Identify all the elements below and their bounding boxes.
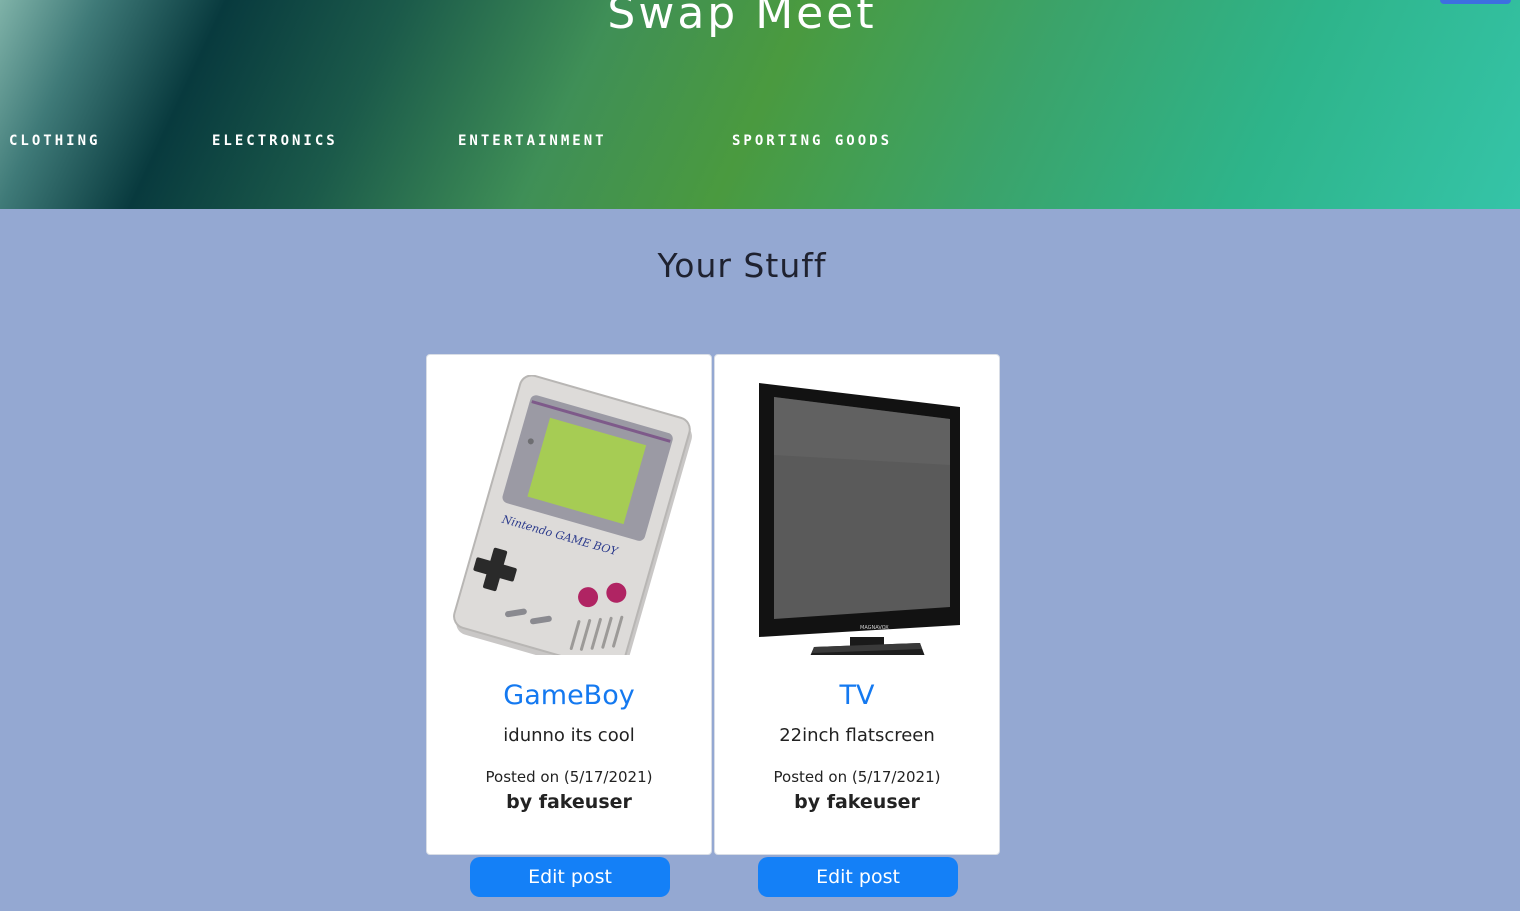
edit-post-button[interactable]: Edit post [758, 857, 958, 897]
post-description: 22inch flatscreen [779, 725, 935, 746]
post-author: by fakeuser [794, 791, 920, 813]
post-card: MAGNAVOX TV 22inch flatscreen Posted on … [714, 354, 1000, 855]
gameboy-image: Nintendo GAME BOY [453, 375, 692, 655]
category-nav: CLOTHING ELECTRONICS ENTERTAINMENT SPORT… [0, 133, 1000, 153]
post-title-link[interactable]: GameBoy [427, 680, 711, 711]
post-description: idunno its cool [503, 725, 635, 746]
post-author: by fakeuser [506, 791, 632, 813]
post-date: Posted on (5/17/2021) [485, 768, 653, 786]
post-title-link[interactable]: TV [715, 680, 999, 711]
post-card: Nintendo GAME BOY GameBoy idunno its coo… [426, 354, 712, 855]
account-button[interactable] [1440, 0, 1511, 4]
nav-item-sporting-goods[interactable]: SPORTING GOODS [732, 133, 892, 149]
page-title: Your Stuff [657, 246, 827, 285]
edit-post-button[interactable]: Edit post [470, 857, 670, 897]
svg-text:MAGNAVOX: MAGNAVOX [860, 625, 889, 631]
post-date: Posted on (5/17/2021) [773, 768, 941, 786]
site-title: Swap Meet [607, 0, 877, 39]
nav-item-entertainment[interactable]: ENTERTAINMENT [458, 133, 607, 149]
nav-item-electronics[interactable]: ELECTRONICS [212, 133, 338, 149]
hero-banner: Swap Meet CLOTHING ELECTRONICS ENTERTAIN… [0, 0, 1520, 209]
tv-image: MAGNAVOX [759, 383, 960, 655]
nav-item-clothing[interactable]: CLOTHING [9, 133, 100, 149]
